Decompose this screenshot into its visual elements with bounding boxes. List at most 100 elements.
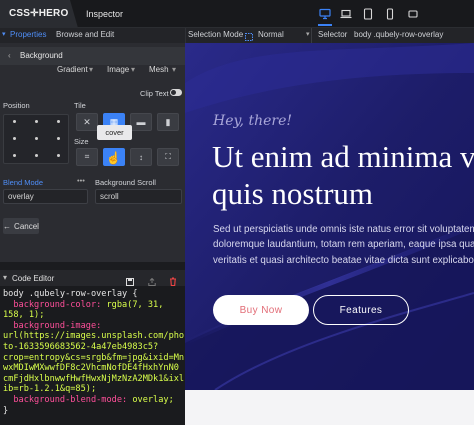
chevron-down-icon: ▾ bbox=[172, 65, 177, 74]
tab-inspector[interactable]: Inspector bbox=[86, 9, 123, 19]
hero-title: Ut enim ad minima ve quis nostrum bbox=[212, 139, 474, 211]
code-line[interactable]: ib=rb-1.2.1&q=85); bbox=[3, 384, 182, 395]
chevron-down-icon: ▾ bbox=[306, 31, 310, 38]
position-dot[interactable] bbox=[35, 137, 38, 140]
code-line[interactable]: body .qubely-row-overlay { bbox=[3, 289, 182, 300]
code-value: ib=rb-1.2.1&q=85); bbox=[3, 384, 97, 395]
code-line[interactable]: background-image: bbox=[3, 321, 182, 332]
more-options-icon[interactable]: ••• bbox=[77, 176, 85, 185]
code-line[interactable]: wxMDIwMXwwfDF8c2VhcmNofDE4fHxhYnN0 bbox=[3, 363, 182, 374]
laptop-icon[interactable] bbox=[338, 6, 354, 22]
divider bbox=[311, 28, 312, 43]
size-label: Size bbox=[74, 137, 89, 146]
position-dot[interactable] bbox=[13, 137, 16, 140]
properties-panel: ‹ Background Gradient ▾ Image ▾ Mesh ▾ C… bbox=[0, 43, 185, 268]
mesh-dropdown[interactable]: Mesh bbox=[149, 65, 169, 78]
features-button[interactable]: Features bbox=[313, 295, 409, 325]
properties-tab[interactable]: Properties bbox=[10, 30, 46, 39]
small-phone-icon[interactable] bbox=[405, 6, 421, 22]
properties-bar: ▾ Properties Browse and Edit bbox=[0, 28, 185, 43]
image-dropdown[interactable]: Image bbox=[107, 65, 129, 78]
selection-bar: Selection Mode Normal ▾ Selector body .q… bbox=[185, 28, 474, 43]
chevron-down-icon: ▾ bbox=[89, 65, 94, 74]
chevron-down-icon: ▾ bbox=[3, 273, 8, 282]
fit-icon: ⛶ bbox=[165, 152, 171, 161]
background-scroll-select[interactable]: scroll bbox=[95, 189, 182, 204]
horizontal-bar-icon: ▬ bbox=[136, 117, 146, 127]
position-dot[interactable] bbox=[57, 154, 60, 157]
browse-edit-tab[interactable]: Browse and Edit bbox=[56, 30, 114, 39]
blend-mode-label: Blend Mode bbox=[3, 178, 44, 187]
size-tooltip: cover bbox=[97, 125, 132, 140]
repeat-x-button[interactable]: ▬ bbox=[130, 113, 152, 131]
chevron-down-icon: ▾ bbox=[131, 65, 136, 74]
save-icon[interactable] bbox=[126, 273, 134, 286]
code-line[interactable]: } bbox=[3, 406, 182, 417]
csshero-logo: CSS✛HERO bbox=[9, 8, 69, 19]
hero-kicker: Hey, there! bbox=[213, 113, 292, 129]
blend-mode-value: overlay bbox=[8, 192, 34, 201]
code-editor-header[interactable]: ▾ Code Editor bbox=[0, 270, 185, 287]
selection-mode-label: Selection Mode bbox=[188, 30, 244, 39]
repeat-y-button[interactable]: ▮ bbox=[157, 113, 179, 131]
trash-icon[interactable] bbox=[169, 273, 177, 287]
code-property: background-blend-mode: bbox=[3, 394, 128, 405]
position-dot[interactable] bbox=[13, 120, 16, 123]
no-repeat-button[interactable]: ✕ bbox=[76, 113, 98, 131]
size-custom-button[interactable]: ⛶ bbox=[157, 148, 179, 166]
phone-icon[interactable] bbox=[382, 6, 398, 22]
code-value: cmFjdHxlbnwwfHwfHwxNjMzNzA2MDk1&ixl bbox=[3, 373, 185, 384]
selector-value[interactable]: body .qubely-row-overlay bbox=[354, 30, 443, 39]
selector-label: Selector bbox=[318, 30, 348, 39]
hero-body: Sed ut perspiciatis unde omnis iste natu… bbox=[213, 224, 474, 266]
code-line[interactable]: background-color: rgba(7, 31, bbox=[3, 300, 182, 311]
code-selector: body .qubely-row-overlay { bbox=[3, 289, 138, 299]
position-dot[interactable] bbox=[57, 120, 60, 123]
code-value: to-1633596683562-4a47eb4983c5? bbox=[3, 341, 159, 352]
background-scroll-value: scroll bbox=[100, 192, 119, 201]
arrow-left-icon: ← bbox=[3, 221, 12, 231]
code-property: background-color: bbox=[3, 299, 102, 310]
export-icon[interactable] bbox=[148, 273, 156, 286]
clip-text-toggle[interactable] bbox=[170, 89, 182, 96]
code-property: background-image: bbox=[3, 320, 102, 331]
selection-mode-select[interactable]: Normal bbox=[258, 30, 284, 39]
code-line[interactable]: to-1633596683562-4a47eb4983c5? bbox=[3, 342, 182, 353]
next-section bbox=[185, 390, 474, 425]
code-line[interactable]: 158, 1); bbox=[3, 310, 182, 321]
vertical-arrows-icon: ↕ bbox=[139, 152, 143, 162]
blend-mode-select[interactable]: overlay bbox=[3, 189, 88, 204]
code-line[interactable]: url(https://images.unsplash.com/pho bbox=[3, 331, 185, 342]
background-section-header[interactable]: ‹ Background bbox=[0, 47, 185, 65]
code-line[interactable]: background-blend-mode: overlay; bbox=[3, 395, 182, 406]
code-value: overlay; bbox=[127, 394, 174, 405]
cancel-button[interactable]: ← Cancel bbox=[3, 218, 39, 234]
clip-text-label: Clip Text bbox=[140, 89, 169, 98]
mouse-cursor-icon: ☝ bbox=[106, 151, 121, 165]
size-auto-button[interactable]: ⌗ bbox=[76, 148, 98, 166]
position-grid[interactable] bbox=[3, 114, 69, 164]
buy-now-button[interactable]: Buy Now bbox=[213, 295, 309, 325]
code-value: rgba(7, 31, bbox=[101, 299, 164, 310]
code-value: wxMDIwMXwwfDF8c2VhcmNofDE4fHxhYnN0 bbox=[3, 363, 179, 374]
code-line[interactable]: cmFjdHxlbnwwfHwfHwxNjMzNzA2MDk1&ixl bbox=[3, 373, 185, 385]
position-dot[interactable] bbox=[57, 137, 60, 140]
code-selector: } bbox=[3, 405, 9, 416]
selection-mode-icon[interactable] bbox=[244, 29, 254, 41]
code-editor[interactable]: body .qubely-row-overlay { background-co… bbox=[0, 286, 185, 425]
position-dot[interactable] bbox=[13, 154, 16, 157]
tile-label: Tile bbox=[74, 101, 86, 110]
position-dot[interactable] bbox=[35, 154, 38, 157]
chevron-left-icon: ‹ bbox=[8, 51, 11, 60]
background-scroll-label: Background Scroll bbox=[95, 178, 156, 187]
cancel-label: Cancel bbox=[14, 221, 39, 231]
tablet-icon[interactable] bbox=[360, 6, 376, 22]
active-device-indicator bbox=[318, 24, 332, 26]
position-dot[interactable] bbox=[35, 120, 38, 123]
desktop-icon[interactable] bbox=[317, 6, 333, 22]
code-line[interactable]: crop=entropy&cs=srgb&fm=jpg&ixid=Mn bbox=[3, 353, 184, 364]
gradient-dropdown[interactable]: Gradient bbox=[57, 65, 88, 78]
size-contain-button[interactable]: ↕ bbox=[130, 148, 152, 166]
app-window: CSS✛HERO Inspector ▾ Properties Browse a… bbox=[0, 0, 474, 425]
code-value: url(https://images.unsplash.com/pho bbox=[3, 331, 185, 342]
